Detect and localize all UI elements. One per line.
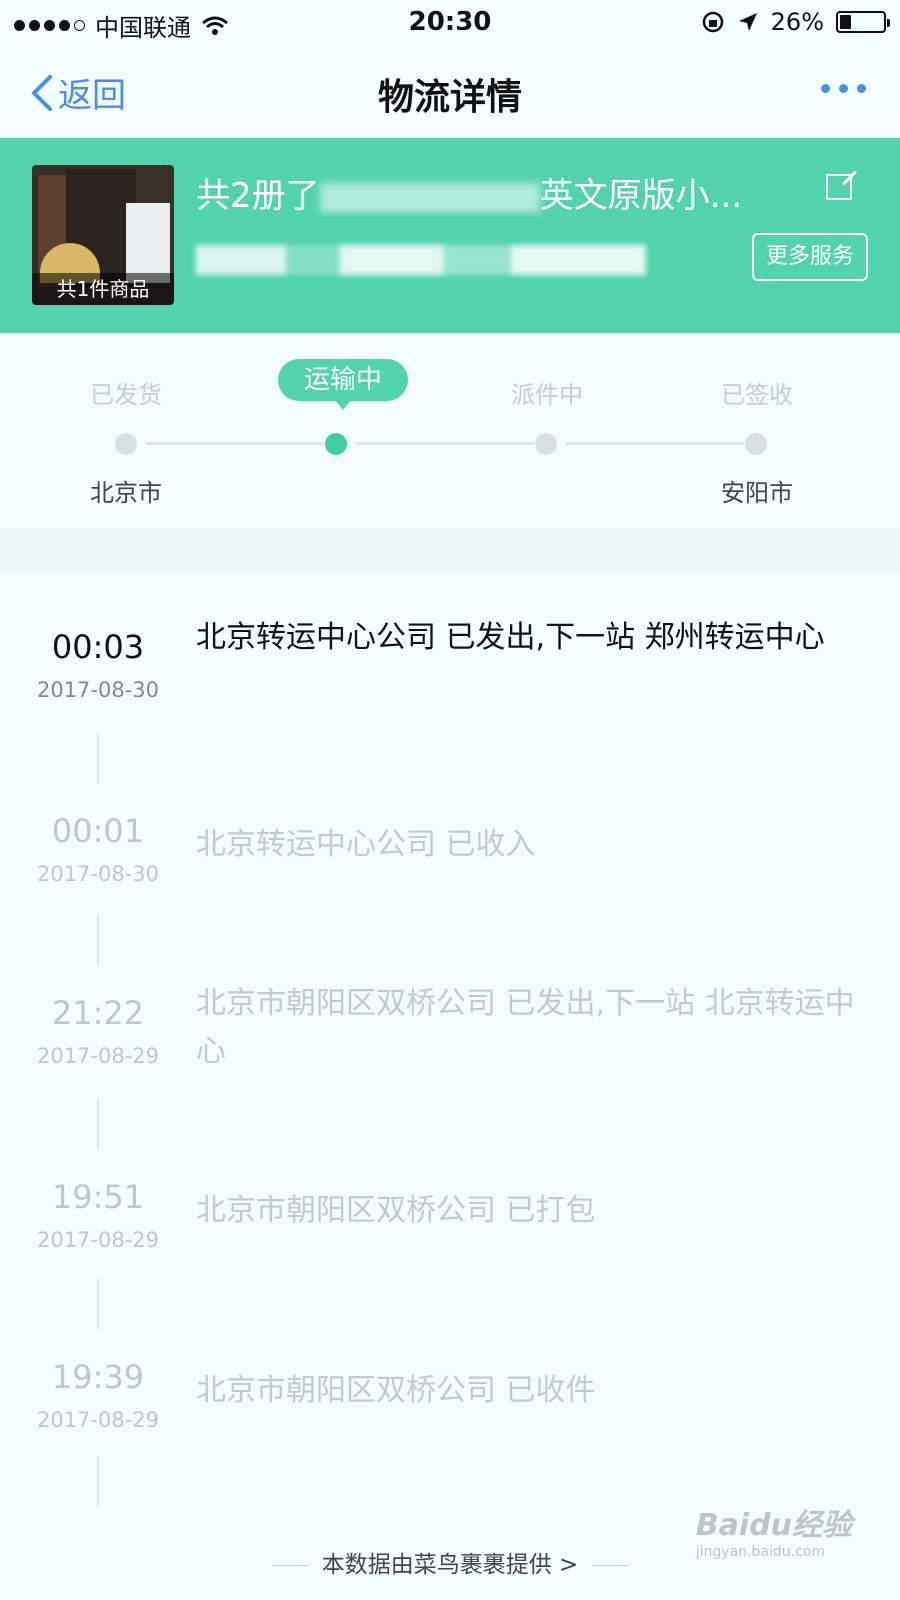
location-arrow-icon [738,13,757,31]
edit-icon[interactable] [826,174,852,200]
footer-divider [271,1565,308,1566]
event-text: 北京市朝阳区双桥公司 已打包 [196,1193,596,1228]
data-source-footer[interactable]: 本数据由菜鸟裹裹提供 > [0,1545,900,1585]
tracking-number-blurred [196,242,646,278]
step-delivering: 派件中 [511,381,583,409]
event-time: 00:01 [51,812,145,850]
watermark-brand: Baidu经验 [695,1508,852,1543]
section-divider [0,528,900,574]
product-title-text: 共2册了 [196,176,320,216]
data-source-link[interactable]: 本数据由菜鸟裹裹提供 > [322,1552,579,1578]
nav-bar: 返回 物流详情 [0,46,900,138]
status-right: 26% [701,8,890,36]
event-text: 北京市朝阳区双桥公司 已收件 [196,1373,596,1408]
timeline-connector [97,914,99,966]
step-in-transit: 运输中 [278,359,408,410]
progress-dot [535,433,557,455]
footer-divider [592,1565,629,1566]
blurred-title [319,182,540,213]
product-banner[interactable]: 共1件商品 共2册了 英文原版小... 更多服务 [0,138,900,333]
timeline-connector [97,1098,99,1150]
status-bar: 中国联通 20:30 26% [0,0,900,46]
event-date: 2017-08-30 [36,678,160,702]
product-thumbnail[interactable]: 共1件商品 [32,165,174,305]
product-title-tail: 英文原版小... [539,176,743,216]
event-date: 2017-08-29 [36,1408,160,1432]
item-count-label: 共1件商品 [32,273,174,305]
logistics-timeline: 00:03 2017-08-30 北京转运中心公司 已发出,下一站 郑州转运中心… [0,574,900,1564]
battery-icon [836,11,890,33]
more-service-button[interactable]: 更多服务 [752,233,868,281]
destination-city: 安阳市 [721,479,793,507]
progress-dot [115,433,137,455]
page-title: 物流详情 [377,77,522,118]
progress-line [566,442,744,445]
timeline-connector [97,1456,99,1508]
event-time: 00:03 [51,628,145,666]
origin-city: 北京市 [90,479,162,507]
event-text: 北京市朝阳区双桥公司 已发出,下一站 北京转运中心 [196,986,855,1069]
event-text: 北京转运中心公司 已发出,下一站 郑州转运中心 [196,620,825,655]
progress-dot-active [325,433,347,455]
step-signed: 已签收 [721,381,793,409]
event-time: 21:22 [51,994,145,1032]
progress-line [146,442,324,445]
event-date: 2017-08-30 [36,862,160,886]
battery-percent: 26% [770,8,824,36]
event-date: 2017-08-29 [36,1044,160,1068]
progress-line [356,442,534,445]
timeline-connector [97,1278,99,1330]
step-shipped: 已发货 [90,381,162,409]
more-icon[interactable] [821,84,866,93]
event-text: 北京转运中心公司 已收入 [196,827,536,862]
product-title: 共2册了 英文原版小... [196,168,776,217]
event-time: 19:39 [51,1358,145,1396]
progress-dot [745,433,767,455]
timeline-connector [97,732,99,784]
event-time: 19:51 [51,1178,145,1216]
shipping-progress: 已发货 运输中 派件中 已签收 北京市 安阳市 [0,333,900,528]
rotation-lock-icon [702,11,723,33]
event-date: 2017-08-29 [36,1228,160,1252]
